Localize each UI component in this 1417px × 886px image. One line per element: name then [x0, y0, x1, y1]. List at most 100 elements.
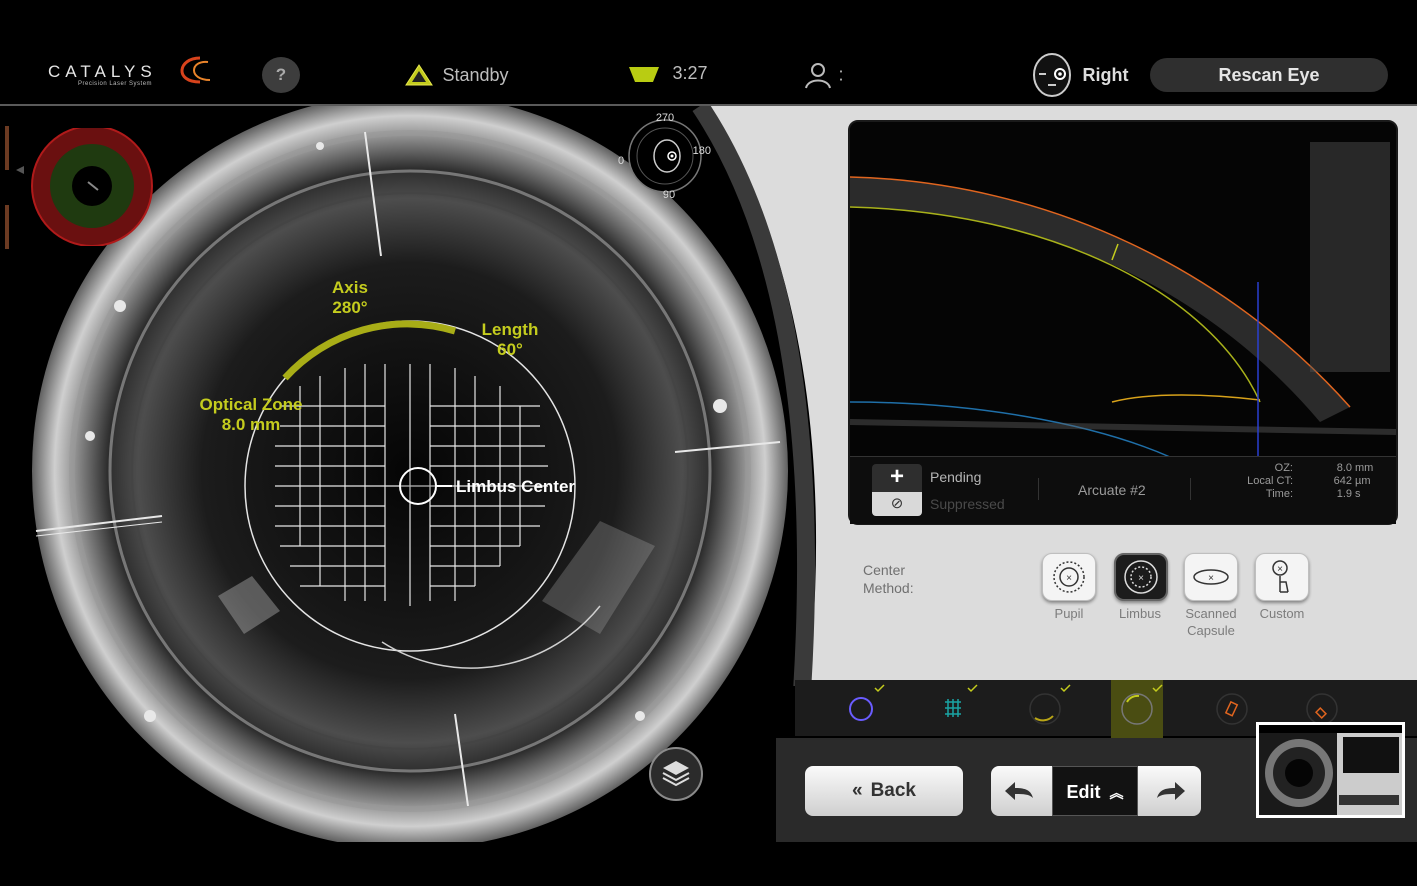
metric-value: 8.0: [1336, 462, 1352, 474]
oct-metrics: OZ: 8.0 mm Local CT: 642 µm Time: 1.9 s: [1210, 462, 1390, 501]
redo-arrow-icon: [1157, 782, 1185, 800]
user-name: :: [838, 64, 844, 85]
length-value: 60°: [497, 340, 523, 359]
svg-text:×: ×: [1066, 573, 1072, 584]
depth-legend-top: [5, 126, 9, 170]
double-chevron-left-icon: «: [852, 780, 863, 801]
layers-button[interactable]: [649, 747, 703, 801]
back-label: Back: [870, 780, 916, 801]
scanned-capsule-method-button[interactable]: ×: [1184, 553, 1238, 601]
svg-text:×: ×: [1277, 564, 1283, 575]
pupil-label-text: Pupil: [1054, 606, 1084, 621]
bottom-margin: [0, 842, 1417, 886]
orientation-dial: 270 180 90 0: [618, 112, 711, 200]
warning-triangle-icon: [405, 64, 433, 86]
capsule-label-text: Capsule: [1187, 623, 1235, 638]
step-primary-incision[interactable]: [1216, 693, 1248, 725]
depth-legend-bottom: [5, 205, 9, 249]
metric-unit: mm: [1355, 462, 1374, 474]
metric-unit: s: [1355, 488, 1361, 500]
mini-ring-view[interactable]: [30, 128, 158, 246]
user-icon: [805, 63, 831, 89]
custom-touch-icon: ×: [1272, 560, 1289, 593]
axis-value: 280°: [332, 298, 368, 317]
length-title: Length: [481, 320, 539, 339]
help-button[interactable]: ?: [262, 57, 300, 93]
metric-row: OZ: 8.0 mm: [1210, 462, 1390, 475]
svg-text:×: ×: [1208, 573, 1214, 584]
axis-label: Axis 280°: [300, 278, 400, 318]
layers-icon: [662, 761, 690, 787]
orient-bottom-label: 90: [663, 189, 675, 200]
custom-label-text: Custom: [1259, 606, 1305, 621]
eye-indicator: Right: [1030, 52, 1128, 98]
double-chevron-up-icon: ︽: [1109, 785, 1124, 801]
optical-zone-value: 8.0 mm: [221, 415, 281, 434]
divider: [1038, 478, 1039, 500]
length-label: Length 60°: [460, 320, 560, 360]
optical-zone-title: Optical Zone: [199, 395, 303, 414]
metric-value: 642: [1333, 475, 1352, 487]
step-capsulotomy[interactable]: [849, 684, 885, 721]
optical-zone-label: Optical Zone 8.0 mm: [186, 395, 316, 435]
custom-method-button[interactable]: ×: [1255, 553, 1309, 601]
metric-label: OZ:: [1274, 462, 1293, 474]
screen-thumbnail[interactable]: [1256, 722, 1405, 818]
logo-swoosh-icon: [180, 56, 211, 84]
center-method-line1: Center: [863, 562, 906, 578]
metric-row: Time: 1.9 s: [1210, 488, 1390, 501]
thumbnail-image: [1259, 725, 1402, 815]
metric-value: 1.9: [1336, 488, 1352, 500]
limbus-center-label: Limbus Center: [456, 477, 576, 496]
status-label: Standby: [442, 64, 509, 85]
pending-label: Pending: [930, 469, 982, 485]
center-method-line2: Method:: [863, 580, 914, 596]
metric-label: Time:: [1265, 488, 1293, 500]
scanned-capsule-label: Scanned Capsule: [1171, 605, 1251, 639]
user-info[interactable]: :: [802, 60, 843, 90]
metric-row: Local CT: 642 µm: [1210, 475, 1390, 488]
timer-value: 3:27: [672, 63, 708, 83]
suction-timer-icon: [629, 66, 659, 82]
step-sideport-incision[interactable]: [1306, 693, 1338, 725]
scanned-label-text: Scanned: [1185, 606, 1237, 621]
suppressed-label: Suppressed: [930, 496, 1005, 512]
undo-button[interactable]: [991, 766, 1051, 816]
step-arcuate-1[interactable]: [1029, 684, 1071, 725]
step-fragmentation[interactable]: [945, 684, 978, 717]
incision-toggle[interactable]: + ⊘: [872, 464, 922, 516]
logo-name: CATALYS: [48, 62, 157, 81]
pupil-method-button[interactable]: ×: [1042, 553, 1096, 601]
limbus-label: Limbus: [1100, 605, 1180, 622]
orient-top-label: 270: [656, 112, 674, 124]
center-method-label: Center Method:: [863, 561, 914, 597]
system-status: Standby: [404, 63, 509, 87]
edit-label: Edit: [1066, 782, 1101, 802]
rescan-eye-button[interactable]: Rescan Eye: [1150, 58, 1388, 92]
divider: [1190, 478, 1191, 500]
limbus-icon: ×: [1124, 560, 1158, 594]
enable-incision-button[interactable]: +: [872, 464, 922, 492]
metric-label: Local CT:: [1247, 475, 1293, 487]
redo-button[interactable]: [1139, 766, 1201, 816]
metric-unit: µm: [1355, 475, 1371, 487]
face-eye-icon: [1033, 53, 1071, 97]
edit-navigation-group: Edit ︽: [991, 766, 1201, 816]
eye-label: Right: [1082, 64, 1129, 85]
limbus-method-button[interactable]: ×: [1114, 553, 1168, 601]
catalys-logo: CATALYS Precision Laser System: [48, 56, 211, 87]
undo-arrow-icon: [1005, 782, 1033, 800]
custom-label: Custom: [1242, 605, 1322, 622]
back-button[interactable]: « Back: [805, 766, 963, 816]
limbus-label-text: Limbus: [1119, 606, 1161, 621]
legend-pointer-icon: [16, 166, 24, 174]
pupil-icon: ×: [1053, 561, 1085, 593]
axis-title: Axis: [332, 278, 368, 297]
step-arcuate-2[interactable]: [1121, 684, 1163, 725]
orient-right-label: 180: [693, 145, 711, 157]
svg-text:×: ×: [1138, 573, 1144, 584]
pupil-label: Pupil: [1029, 605, 1109, 622]
edit-button[interactable]: Edit ︽: [1052, 766, 1138, 816]
orient-left-label: 0: [618, 155, 624, 167]
suppress-incision-button[interactable]: ⊘: [872, 492, 922, 516]
